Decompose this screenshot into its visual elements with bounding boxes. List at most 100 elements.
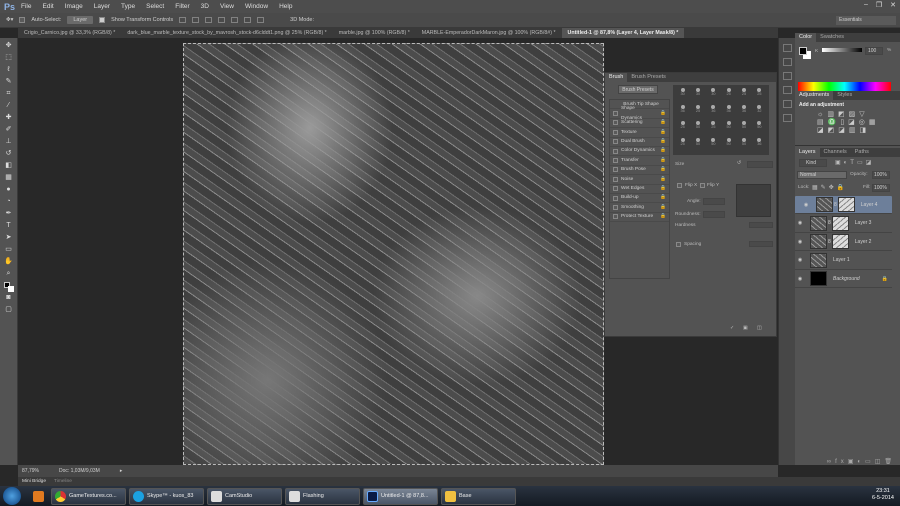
brush-option-checkbox[interactable] <box>613 139 618 145</box>
brush-tip[interactable]: 25 <box>752 87 767 104</box>
eyedropper-tool-icon[interactable]: ⁄ <box>4 102 14 110</box>
crop-tool-icon[interactable]: ⌗ <box>4 90 14 98</box>
brush-tip[interactable]: 30 <box>706 87 721 104</box>
close-button[interactable]: ✕ <box>890 1 896 9</box>
brush-tip[interactable]: 36 <box>675 104 690 121</box>
lock-icon[interactable]: 🔒 <box>660 175 666 184</box>
new-preset-icon[interactable]: ▣ <box>743 326 748 331</box>
brush-tip[interactable]: 30 <box>690 87 705 104</box>
layer-row[interactable]: ◉ 8 Layer 4 <box>795 196 892 214</box>
lock-icon[interactable]: 🔒 <box>660 184 666 193</box>
tab-document[interactable]: MARBLE-EmperadorDarkMaron.jpg @ 100% (RG… <box>416 28 562 38</box>
quick-mask-icon[interactable]: ◙ <box>4 294 14 302</box>
link-icon[interactable]: 8 <box>834 202 837 208</box>
stamp-tool-icon[interactable]: ⊥ <box>4 138 14 146</box>
taskbar-item-photoshop[interactable]: Untitled-1 @ 87,8... <box>363 487 438 505</box>
align-center-icon[interactable] <box>231 17 239 23</box>
brush-tip[interactable]: 50 <box>721 137 736 154</box>
tab-document-active[interactable]: Untitled-1 @ 87,8% (Layer 4, Layer Mask/… <box>561 28 685 38</box>
taskbar-item-camstudio[interactable]: CamStudio <box>207 487 282 505</box>
marquee-tool-icon[interactable]: ⬚ <box>4 54 14 62</box>
size-slider[interactable] <box>747 161 773 168</box>
lock-icon[interactable]: 🔒 <box>660 146 666 155</box>
tab-adjustments[interactable]: Adjustments <box>795 91 834 100</box>
layer-thumbnail[interactable] <box>810 234 827 249</box>
menu-help[interactable]: Help <box>279 3 292 10</box>
brush-tip[interactable]: 25 <box>736 87 751 104</box>
brush-tip[interactable]: 25 <box>690 104 705 121</box>
hand-tool-icon[interactable]: ✋ <box>4 258 14 266</box>
brush-tip[interactable]: 30 <box>675 87 690 104</box>
zoom-tool-icon[interactable]: ⌕ <box>4 270 14 278</box>
taskbar-item-chrome[interactable]: GameTextures.co... <box>51 487 126 505</box>
status-arrow-icon[interactable]: ▸ <box>120 465 123 477</box>
layer-row[interactable]: ◉ Background 🔒 <box>795 270 892 288</box>
tab-mini-bridge[interactable]: Mini Bridge <box>22 477 46 486</box>
brush-tip[interactable]: 25 <box>706 120 721 137</box>
align-top-icon[interactable] <box>179 17 187 23</box>
align-bottom-icon[interactable] <box>205 17 213 23</box>
link-icon[interactable]: 8 <box>828 220 831 226</box>
hardness-slider[interactable] <box>749 222 773 228</box>
lock-icons[interactable]: ▦✎✥🔒 <box>812 184 847 191</box>
menu-type[interactable]: Type <box>121 3 135 10</box>
taskbar-item-skype[interactable]: Skype™ - kuos_83 <box>129 487 204 505</box>
paragraph-icon[interactable] <box>782 114 792 122</box>
layer-mask-thumbnail[interactable] <box>831 234 849 249</box>
restore-button[interactable]: ❐ <box>876 1 882 9</box>
tab-document[interactable]: dark_blue_marble_texture_stock_by_mavros… <box>121 28 332 38</box>
system-clock[interactable]: 23:31 6-5-2014 <box>872 488 894 502</box>
layer-mask-thumbnail[interactable] <box>831 215 849 231</box>
tab-layers[interactable]: Layers <box>795 148 820 157</box>
roundness-field[interactable] <box>703 211 725 218</box>
workspace-dropdown[interactable]: Essentials <box>836 16 896 25</box>
move-tool-icon[interactable]: ✥▾ <box>6 17 13 23</box>
menu-3d[interactable]: 3D <box>201 3 209 10</box>
tab-brush[interactable]: Brush <box>605 73 628 82</box>
layer-mask-thumbnail[interactable] <box>837 197 855 212</box>
document-canvas[interactable] <box>183 43 604 465</box>
media-player-icon[interactable] <box>30 488 48 505</box>
lock-icon[interactable]: 🔒 <box>660 128 666 137</box>
brush-option-checkbox[interactable] <box>613 129 618 135</box>
menu-image[interactable]: Image <box>65 3 83 10</box>
spacing-slider[interactable] <box>749 241 773 247</box>
layer-thumbnail[interactable] <box>810 215 827 231</box>
layer-thumbnail[interactable] <box>816 197 833 212</box>
type-tool-icon[interactable]: T <box>4 222 14 230</box>
brush-tip[interactable]: 36 <box>752 137 767 154</box>
layer-thumbnail[interactable] <box>810 271 827 286</box>
brush-option-item[interactable]: Protect Texture 🔒 <box>610 213 669 223</box>
clone-source-icon[interactable] <box>782 86 792 94</box>
tab-swatches[interactable]: Swatches <box>816 33 848 42</box>
path-select-icon[interactable]: ➤ <box>4 234 14 242</box>
fill-field[interactable]: 100% <box>872 184 890 192</box>
tab-channels[interactable]: Channels <box>820 148 851 157</box>
tab-document[interactable]: Crigio_Carnico.jpg @ 33,3% (RGB/8) * <box>18 28 121 38</box>
menu-select[interactable]: Select <box>146 3 164 10</box>
layer-footer-icons[interactable]: ∞fx▣◐▭◫🗑 <box>795 458 900 465</box>
opacity-field[interactable]: 100% <box>872 171 890 179</box>
character-icon[interactable] <box>782 100 792 108</box>
filter-icons[interactable]: ▣◐T▭◪ <box>835 159 874 166</box>
brush-option-checkbox[interactable] <box>613 111 618 117</box>
brush-option-checkbox[interactable] <box>613 214 618 220</box>
toggle-live-tip-icon[interactable]: ✓ <box>730 326 734 331</box>
brush-tip[interactable]: 25 <box>675 120 690 137</box>
gradient-tool-icon[interactable]: ▦ <box>4 174 14 182</box>
brush-icon[interactable] <box>782 72 792 80</box>
visibility-eye-icon[interactable]: ◉ <box>795 239 805 245</box>
tab-brush-presets[interactable]: Brush Presets <box>627 73 670 82</box>
blend-mode-dropdown[interactable]: Normal <box>797 171 847 179</box>
brush-tip[interactable]: 50 <box>721 120 736 137</box>
adjustment-icons[interactable]: ☼▥◩▨▽ ▤♎▯◪◎▦ ◪◩◪▥◨ <box>795 110 900 134</box>
lasso-tool-icon[interactable]: ℓ <box>4 66 14 74</box>
tab-paths[interactable]: Paths <box>851 148 873 157</box>
move-tool-icon[interactable]: ✥ <box>4 42 14 50</box>
brush-option-checkbox[interactable] <box>613 120 618 126</box>
tab-color[interactable]: Color <box>795 33 817 42</box>
healing-tool-icon[interactable]: ✚ <box>4 114 14 122</box>
brush-option-checkbox[interactable] <box>613 167 618 173</box>
flip-y-checkbox[interactable] <box>700 183 705 188</box>
show-transform-checkbox[interactable] <box>99 17 106 23</box>
